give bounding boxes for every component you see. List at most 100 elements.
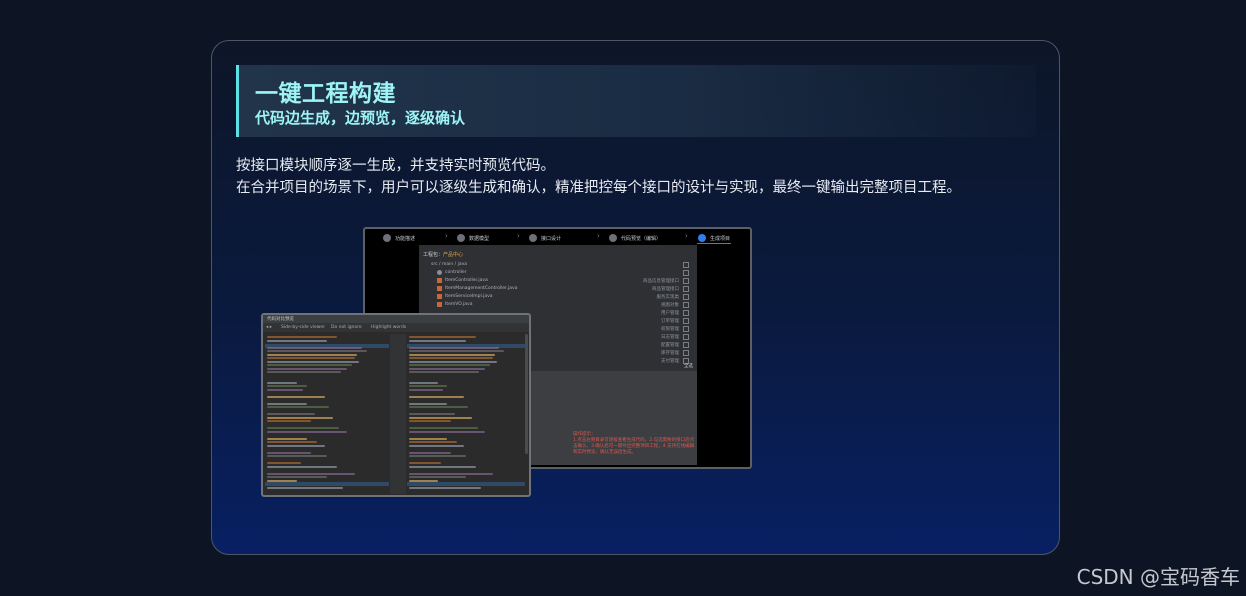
panel-header-name: 产品中心 (443, 252, 464, 258)
code-line (409, 350, 505, 352)
code-line (267, 465, 337, 468)
checkbox-icon[interactable] (683, 318, 689, 324)
panel-header: 工程包：产品中心 (423, 251, 463, 258)
code-line (409, 455, 467, 457)
code-line (267, 486, 343, 489)
checkbox-icon[interactable] (683, 342, 689, 348)
tree-item[interactable]: controller (429, 270, 691, 276)
code-line (409, 339, 467, 342)
tree-root[interactable]: src / main / java (429, 262, 691, 268)
wizard-steps: 功能描述 › 数据模型 › 接口设计 › 代码预览（编辑） › 生成项目 (365, 229, 750, 245)
code-line (409, 486, 482, 489)
checkbox-icon[interactable] (683, 278, 689, 284)
code-line (267, 476, 327, 478)
code-line (267, 437, 307, 440)
wizard-step[interactable]: 代码预览（编辑） (609, 233, 661, 243)
tree-item-desc: 日志管理 (661, 335, 679, 340)
code-line (409, 441, 457, 443)
step-label: 数据模型 (469, 235, 490, 242)
checkbox-icon[interactable] (683, 334, 689, 340)
chevron-right-icon: › (685, 232, 688, 240)
code-line (409, 472, 493, 475)
code-line (409, 336, 476, 338)
code-line (409, 402, 448, 405)
code-line (267, 357, 355, 359)
tree-item[interactable]: ItemManagementController.java 商品管理接口 (429, 286, 691, 292)
feature-subtitle: 代码边生成，边预览，逐级确认 (255, 109, 466, 127)
code-line (409, 420, 451, 422)
note-text: 1.点击左侧目录可逐级查看生成代码，2.勾选需要的接口后点击确认，3.确认后可一… (573, 438, 695, 455)
code-line (267, 388, 303, 391)
code-line (267, 451, 311, 454)
code-line (409, 444, 465, 447)
tree-item-desc: 服务实现类 (656, 295, 680, 300)
nav-arrows-icon[interactable]: ◂ ▸ (266, 325, 272, 330)
chevron-right-icon: › (517, 232, 520, 240)
ignore-mode-select[interactable]: Do not ignore (331, 325, 362, 330)
checkbox-icon[interactable] (683, 326, 689, 332)
wizard-step[interactable]: 数据模型 (457, 233, 489, 243)
code-line (267, 402, 307, 405)
highlight-mode-select[interactable]: Highlight words (371, 325, 406, 330)
java-file-icon (437, 302, 442, 307)
chevron-right-icon: › (597, 232, 600, 240)
description-line-1: 按接口模块顺序逐一生成，并支持实时预览代码。 (236, 158, 555, 174)
tree-item-desc: 库存管理 (661, 351, 679, 356)
tree-item-name: ItemController.java (445, 278, 488, 283)
wizard-step[interactable]: 功能描述 (383, 233, 415, 243)
code-line (267, 462, 301, 464)
checkbox-icon[interactable] (683, 302, 689, 308)
feature-description: 按接口模块顺序逐一生成，并支持实时预览代码。 在合并项目的场景下，用户可以逐级生… (236, 155, 961, 199)
checkbox-icon[interactable] (683, 286, 689, 292)
select-all-button[interactable]: 全选 (684, 363, 693, 369)
code-line (267, 353, 357, 356)
code-line (267, 346, 362, 349)
code-line (267, 360, 359, 363)
feature-title: 一键工程构建 (255, 81, 396, 107)
code-line (267, 441, 317, 443)
code-line (409, 371, 480, 373)
code-line (267, 427, 339, 429)
code-line (267, 413, 315, 415)
code-line (267, 420, 311, 422)
checkbox-icon[interactable] (683, 262, 689, 268)
code-line (267, 455, 327, 457)
code-line (409, 427, 478, 429)
code-line (409, 357, 493, 359)
code-diff-screenshot: 代码对比预览 ◂ ▸ Side-by-side viewer Do not ig… (261, 313, 531, 497)
code-line (267, 367, 347, 370)
tree-item[interactable]: ItemController.java 商品信息管理接口 (429, 278, 691, 284)
tree-item-name: ItemServiceImpl.java (445, 294, 493, 299)
checkbox-icon[interactable] (683, 270, 689, 276)
tree-item[interactable]: ItemServiceImpl.java 服务实现类 (429, 294, 691, 300)
step-dot-icon (457, 234, 465, 242)
folder-icon (437, 270, 442, 275)
tree-item-desc: 视图对象 (661, 303, 679, 308)
step-label: 代码预览（编辑） (621, 235, 662, 242)
wizard-step-active[interactable]: 生成项目 (698, 233, 730, 243)
code-line (267, 364, 352, 366)
code-line (409, 364, 490, 366)
tree-item-name: ItemManagementController.java (445, 286, 518, 291)
code-line (409, 462, 442, 464)
tree-item[interactable]: ItemVO.java 视图对象 (429, 302, 691, 308)
tree-item-name: ItemVO.java (445, 302, 473, 307)
tree-item-desc: 商品信息管理接口 (643, 279, 679, 284)
wizard-step[interactable]: 接口设计 (529, 233, 561, 243)
diff-scrollbar[interactable] (525, 334, 528, 454)
step-label: 接口设计 (541, 235, 562, 242)
step-dot-icon (698, 234, 706, 242)
tree-item-desc: 权限管理 (661, 327, 679, 332)
code-line (267, 350, 367, 352)
diff-gutter (390, 334, 406, 494)
code-line (409, 413, 455, 415)
code-line (409, 388, 444, 391)
checkbox-icon[interactable] (683, 310, 689, 316)
step-dot-icon (609, 234, 617, 242)
checkbox-icon[interactable] (683, 294, 689, 300)
operation-note: 操作提示： 1.点击左侧目录可逐级查看生成代码，2.勾选需要的接口后点击确认，3… (573, 432, 697, 456)
diff-highlight-band (407, 482, 525, 486)
checkbox-icon[interactable] (683, 350, 689, 356)
viewer-mode-select[interactable]: Side-by-side viewer (281, 325, 325, 330)
diff-toolbar: ◂ ▸ Side-by-side viewer Do not ignore Hi… (263, 323, 529, 332)
